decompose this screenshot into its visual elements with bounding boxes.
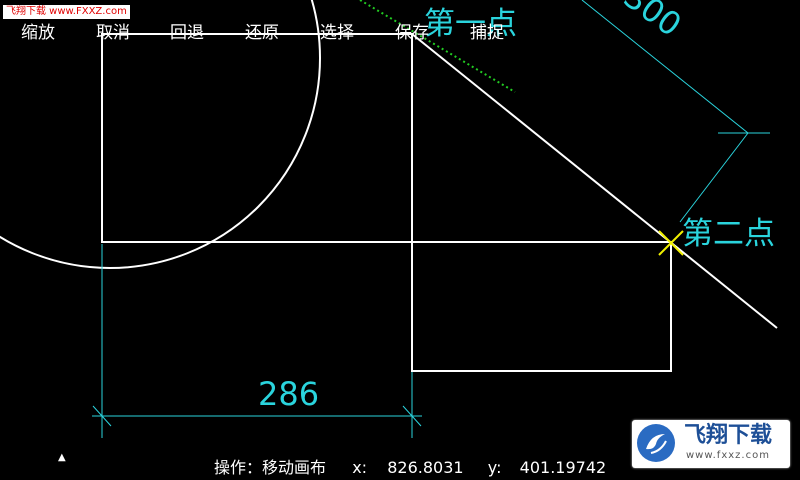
diagonal-line[interactable]	[411, 33, 778, 329]
operation-status: 操作：移动画布	[214, 458, 327, 477]
status-bar: 操作：移动画布 x: 826.8031 y: 401.19742	[214, 458, 606, 478]
snap-button[interactable]: 捕捉	[470, 21, 504, 45]
horizontal-dimension[interactable]	[92, 244, 422, 438]
y-label: y:	[487, 458, 502, 477]
save-button[interactable]: 保存	[395, 21, 429, 45]
watermark-top: 飞翔下载 www.FXXZ.com	[3, 5, 130, 19]
x-coordinate: 826.8031	[387, 458, 464, 477]
redo-button[interactable]: 还原	[245, 21, 279, 45]
x-label: x:	[352, 458, 368, 477]
select-button[interactable]: 选择	[320, 21, 354, 45]
drawing-canvas[interactable]: 第一点 第二点 286 300	[0, 0, 800, 480]
rectangle-lower[interactable]	[411, 241, 672, 372]
cancel-button[interactable]: 取消	[96, 21, 130, 45]
y-coordinate: 401.19742	[519, 458, 607, 477]
undo-button[interactable]: 回退	[170, 21, 204, 45]
site-logo: 飞翔下载 www.fxxz.com	[632, 420, 790, 468]
logo-icon	[637, 424, 675, 462]
rectangle-upper[interactable]	[101, 33, 413, 243]
logo-title: 飞翔下载	[684, 423, 773, 448]
toolbar: 缩放 取消 回退 还原 选择 保存 捕捉	[0, 18, 800, 50]
zoom-button[interactable]: 缩放	[21, 21, 55, 45]
logo-subtitle: www.fxxz.com	[686, 450, 770, 461]
horizontal-dimension-value: 286	[258, 375, 319, 413]
triangle-up-icon[interactable]: ▲	[58, 452, 66, 463]
second-point-label: 第二点	[682, 216, 775, 252]
